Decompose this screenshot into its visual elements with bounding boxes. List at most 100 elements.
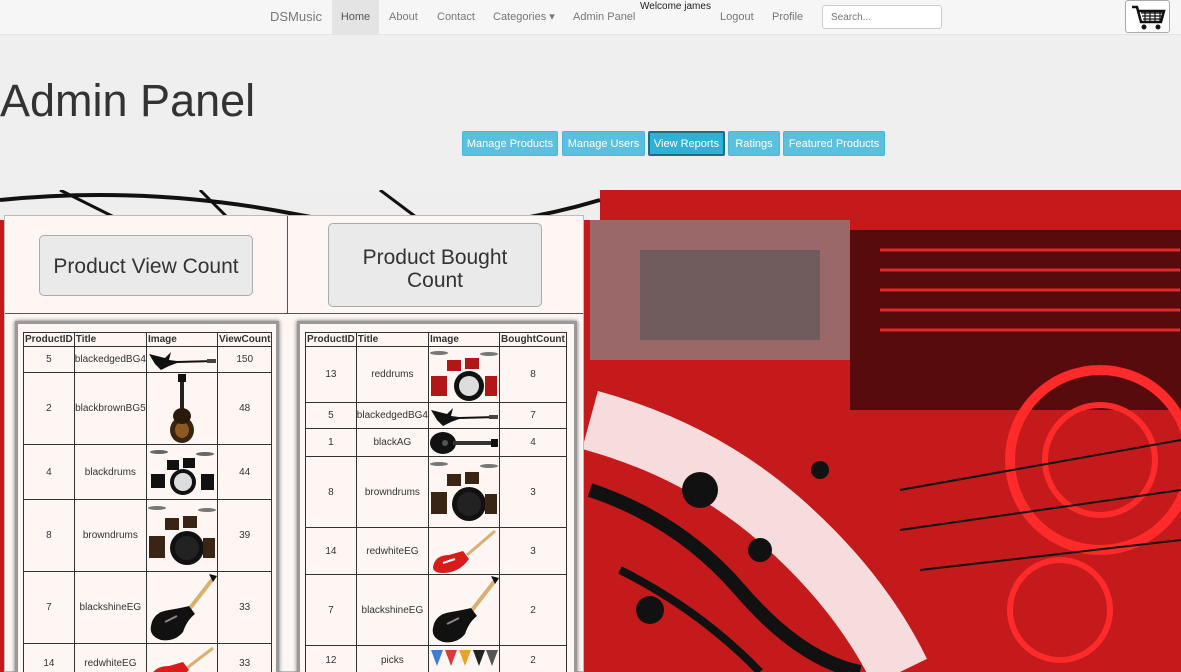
- product-image: [145, 571, 218, 644]
- bought-count-table: ProductID Title Image BoughtCount 13 red…: [305, 332, 567, 672]
- view-count-table: ProductID Title Image ViewCount 5 blacke…: [23, 332, 273, 672]
- product-id: 4: [23, 444, 75, 500]
- product-id: 13: [305, 346, 357, 403]
- product-image: [145, 444, 218, 500]
- view-count: 39: [216, 499, 273, 572]
- table-row: 8 browndrums: [305, 456, 567, 528]
- panel-divider: [5, 313, 583, 314]
- column-header: Title: [355, 332, 430, 347]
- bass-guitar-icon: [431, 407, 498, 426]
- product-title: blackdrums: [73, 444, 147, 500]
- ratings-button[interactable]: Ratings: [728, 131, 780, 156]
- product-bought-count-button[interactable]: Product Bought Count: [328, 223, 542, 307]
- product-title: blackedgedBG4: [73, 346, 147, 373]
- drums-icon: [147, 505, 216, 565]
- product-id: 14: [305, 527, 357, 575]
- search-input[interactable]: [822, 5, 942, 29]
- page-title: Admin Panel: [0, 75, 256, 126]
- table-row: 2 blackbrownBG5 48: [23, 372, 273, 445]
- product-bought-count-label: Count: [406, 269, 464, 292]
- table-row: 8 browndrums: [23, 499, 273, 572]
- table-row: 7 blackshineEG 33: [23, 571, 273, 644]
- product-id: 14: [23, 643, 75, 672]
- nav-categories-dropdown[interactable]: Categories ▾: [493, 0, 555, 34]
- bought-count: 3: [499, 527, 567, 575]
- product-title: reddrums: [355, 346, 430, 403]
- electric-guitar-icon: [432, 576, 499, 643]
- manage-products-button[interactable]: Manage Products: [462, 131, 558, 156]
- nav-logout[interactable]: Logout: [720, 0, 754, 34]
- nav-profile[interactable]: Profile: [772, 0, 803, 34]
- product-title: blackshineEG: [73, 571, 147, 644]
- nav-about[interactable]: About: [389, 0, 418, 34]
- bass-guitar-icon: [169, 373, 194, 443]
- navbar: DSMusic Home About Contact Categories ▾ …: [0, 0, 1181, 35]
- manage-users-button[interactable]: Manage Users: [562, 131, 645, 156]
- nav-admin-panel[interactable]: Admin Panel: [573, 0, 635, 34]
- red-guitar-icon: [152, 646, 214, 672]
- product-image: [145, 346, 218, 373]
- product-image: [145, 372, 218, 445]
- view-count: 33: [216, 643, 273, 672]
- view-count: 33: [216, 571, 273, 644]
- cart-button[interactable]: [1125, 0, 1170, 33]
- product-id: 5: [305, 402, 357, 429]
- product-id: 8: [305, 456, 357, 528]
- electric-guitar-icon: [150, 573, 217, 640]
- table-row: 14 redwhiteEG 3: [305, 527, 567, 575]
- product-image: [428, 428, 500, 457]
- product-image: [428, 346, 500, 403]
- table-row: 1 blackAG 4: [305, 428, 567, 457]
- product-title: blackAG: [355, 428, 430, 457]
- product-title: picks: [355, 645, 430, 672]
- table-row: 7 blackshineEG 2: [305, 574, 567, 646]
- product-title: redwhiteEG: [73, 643, 147, 672]
- view-count: 44: [216, 444, 273, 500]
- table-row: 12 picks 2: [305, 645, 567, 672]
- product-title: browndrums: [73, 499, 147, 572]
- guitar-picks-icon: [431, 649, 498, 666]
- product-image: [145, 643, 218, 672]
- product-image: [428, 527, 500, 575]
- column-header: ProductID: [305, 332, 357, 347]
- bought-count: 2: [499, 574, 567, 646]
- bought-count: 2: [499, 645, 567, 672]
- column-header: Image: [145, 332, 218, 347]
- view-reports-button[interactable]: View Reports: [648, 131, 725, 156]
- product-bought-count-label: Product Bought: [362, 246, 508, 269]
- table-row: 5 blackedgedBG4 7: [305, 402, 567, 429]
- view-count: 150: [216, 346, 273, 373]
- product-view-count-button[interactable]: Product View Count: [39, 235, 253, 296]
- product-id: 2: [23, 372, 75, 445]
- drums-icon: [430, 462, 498, 521]
- product-image: [145, 499, 218, 572]
- product-image: [428, 456, 500, 528]
- nav-home[interactable]: Home: [332, 0, 379, 34]
- column-header: BoughtCount: [499, 332, 567, 347]
- product-id: 5: [23, 346, 75, 373]
- product-title: redwhiteEG: [355, 527, 430, 575]
- column-header: Image: [428, 332, 500, 347]
- featured-products-button[interactable]: Featured Products: [783, 131, 885, 156]
- product-title: blackedgedBG4: [355, 402, 430, 429]
- drums-icon: [149, 450, 214, 495]
- product-image: [428, 645, 500, 672]
- nav-contact[interactable]: Contact: [437, 0, 475, 34]
- bought-count-table-container: ProductID Title Image BoughtCount 13 red…: [297, 321, 577, 672]
- brand-link[interactable]: DSMusic: [270, 9, 322, 24]
- product-id: 8: [23, 499, 75, 572]
- product-id: 1: [305, 428, 357, 457]
- column-header: Title: [73, 332, 147, 347]
- product-image: [428, 402, 500, 429]
- product-id: 7: [305, 574, 357, 646]
- panel-divider: [287, 216, 288, 314]
- bass-guitar-icon: [148, 351, 216, 370]
- view-count-table-container: ProductID Title Image ViewCount 5 blacke…: [15, 321, 279, 672]
- drums-icon: [430, 350, 498, 401]
- product-image: [428, 574, 500, 646]
- table-row: 5 blackedgedBG4 150: [23, 346, 273, 373]
- view-count: 48: [216, 372, 273, 445]
- cart-icon: [1132, 5, 1166, 30]
- bought-count: 7: [499, 402, 567, 429]
- bought-count: 4: [499, 428, 567, 457]
